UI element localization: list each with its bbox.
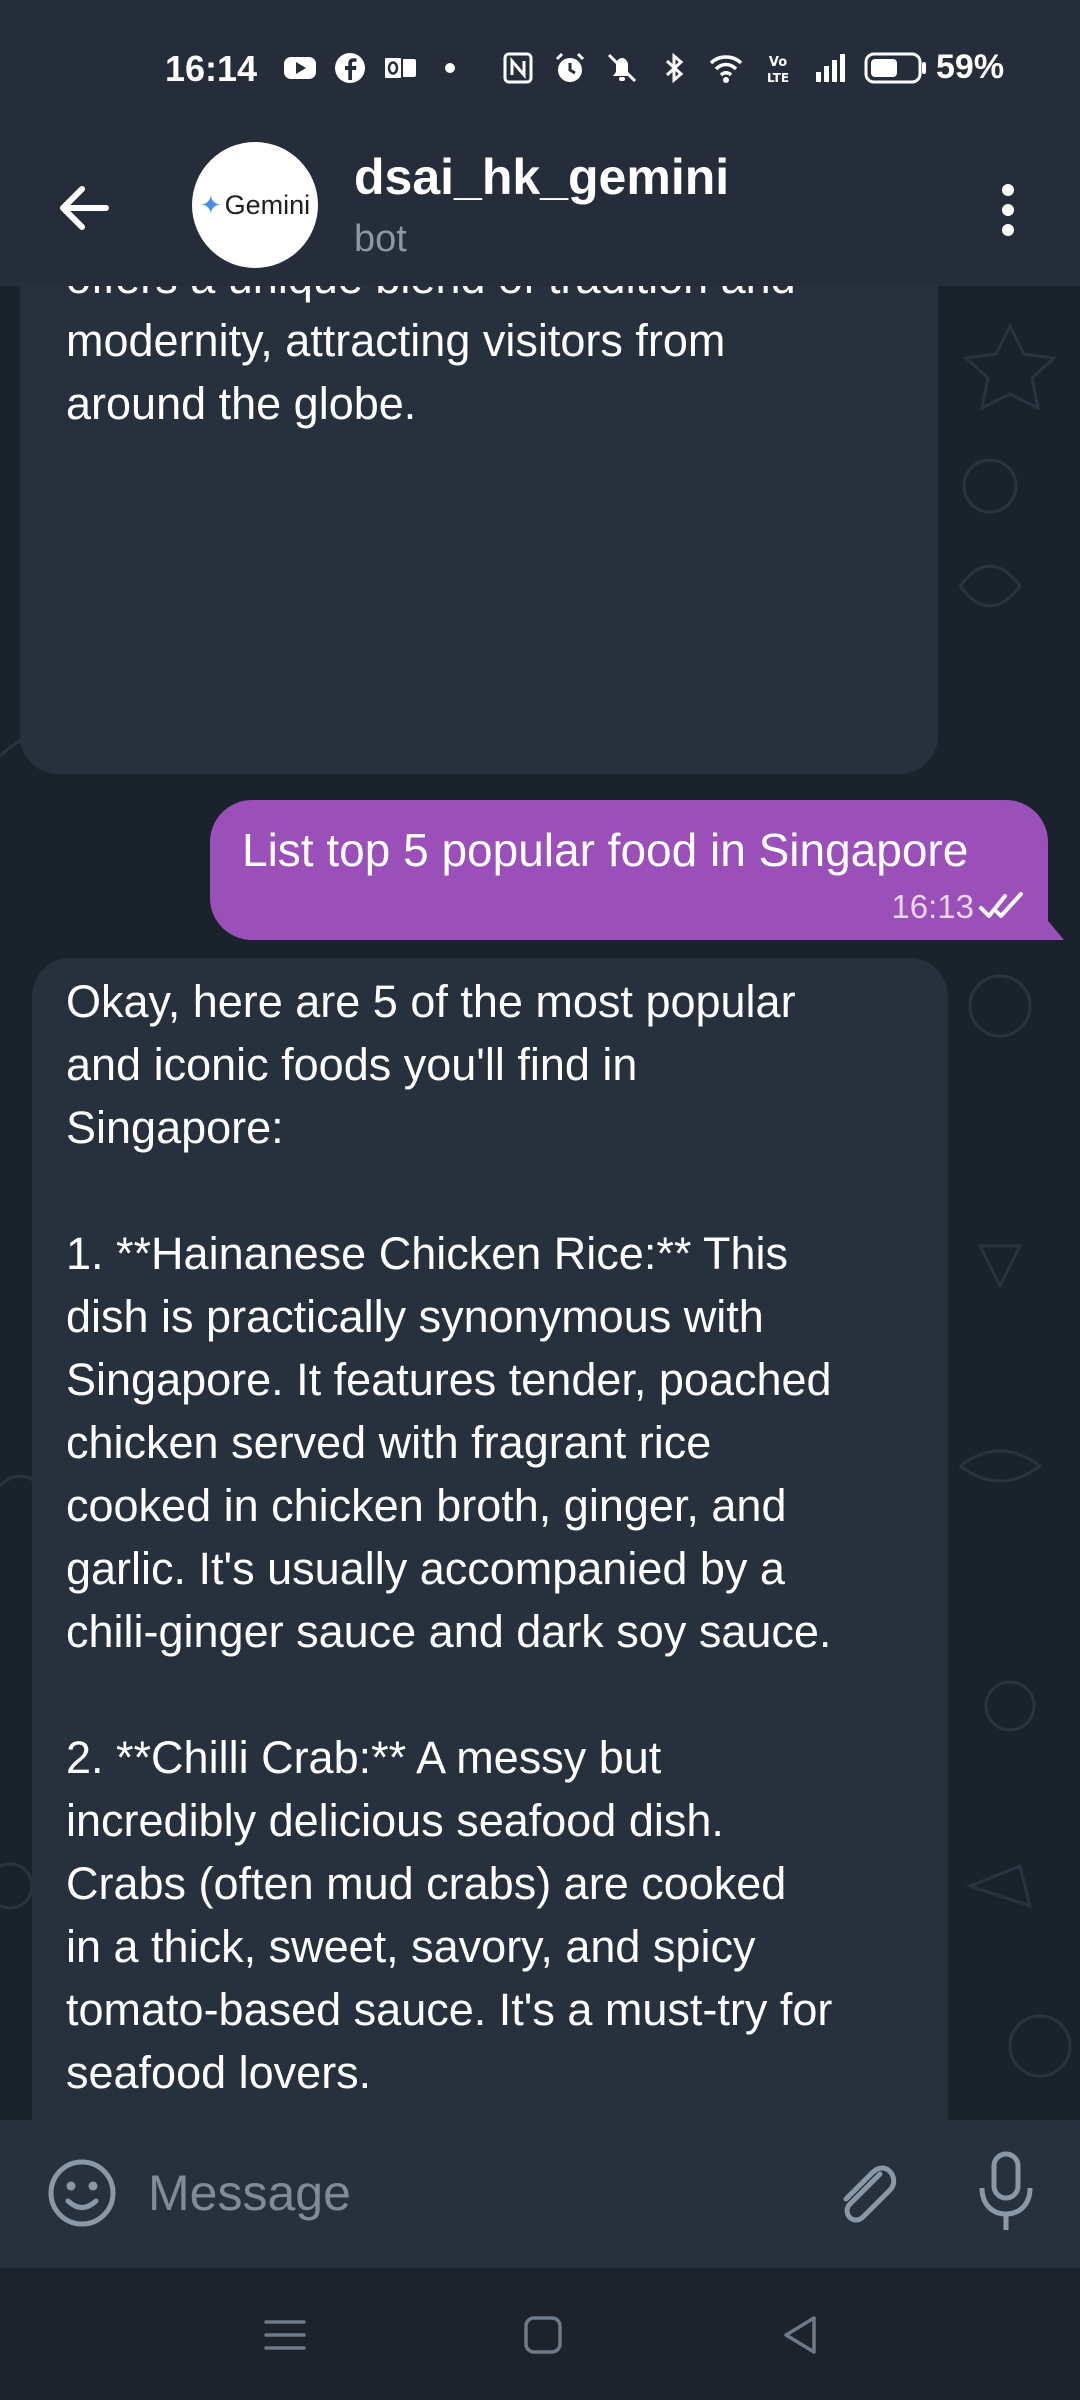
message-line: modernity, attracting visitors from bbox=[66, 315, 726, 366]
dot-icon bbox=[445, 63, 455, 73]
avatar-text: Gemini bbox=[224, 189, 311, 220]
avatar[interactable]: ✦ Gemini bbox=[192, 142, 318, 268]
message-line: 2. **Chilli Crab:** A messy but bbox=[66, 1732, 662, 1783]
message-input[interactable] bbox=[148, 2148, 788, 2238]
message-bubble-outgoing[interactable]: List top 5 popular food in Singapore 16:… bbox=[210, 800, 1064, 940]
message-line: Crabs (often mud crabs) are cooked bbox=[66, 1858, 787, 1909]
microphone-icon bbox=[979, 2151, 1033, 2230]
status-time: 16:14 bbox=[165, 48, 258, 89]
emoji-button[interactable] bbox=[44, 2148, 124, 2238]
message-bubble-incoming[interactable]: Okay, here are 5 of the most popular and … bbox=[32, 958, 948, 2120]
message-line: in a thick, sweet, savory, and spicy bbox=[66, 1921, 756, 1972]
youtube-icon bbox=[284, 57, 316, 79]
arrow-left-icon bbox=[60, 186, 109, 230]
message-line: chili-ginger sauce and dark soy sauce. bbox=[66, 1606, 832, 1657]
alarm-icon bbox=[555, 52, 585, 82]
double-check-icon bbox=[979, 892, 1023, 918]
message-line: around the globe. bbox=[66, 378, 417, 429]
message-text: List top 5 popular food in Singapore bbox=[242, 824, 969, 876]
back-nav-button[interactable] bbox=[774, 2308, 828, 2362]
bubble-tail bbox=[1044, 916, 1064, 940]
notification-icons bbox=[282, 50, 468, 86]
paperclip-icon bbox=[843, 2165, 897, 2223]
message-input-bar bbox=[0, 2120, 1080, 2268]
battery-percent: 59% bbox=[936, 48, 1005, 86]
recent-apps-button[interactable] bbox=[258, 2308, 312, 2362]
chat-header: ✦ Gemini dsai_hk_gemini bot bbox=[0, 130, 1080, 286]
battery-icon bbox=[864, 52, 926, 83]
bluetooth-icon bbox=[665, 52, 684, 83]
message-line: cooked in chicken broth, ginger, and bbox=[66, 1480, 787, 1531]
message-line: 1. **Hainanese Chicken Rice:** This bbox=[66, 1228, 789, 1279]
facebook-icon bbox=[335, 53, 365, 83]
battery: 59% bbox=[864, 48, 1004, 87]
status-bar: 16:14 Vo LTE 59% bbox=[0, 0, 1080, 130]
emoji-icon bbox=[48, 2159, 116, 2227]
home-button[interactable] bbox=[516, 2308, 570, 2362]
svg-text:LTE: LTE bbox=[767, 71, 789, 85]
message-line: dish is practically synonymous with bbox=[66, 1291, 764, 1342]
volte-icon: VoLTE bbox=[767, 55, 789, 85]
message-line: incredibly delicious seafood dish. bbox=[66, 1795, 724, 1846]
chat-subtitle: bot bbox=[354, 218, 407, 260]
gemini-spark-icon: ✦ bbox=[199, 189, 222, 220]
more-options-button[interactable] bbox=[978, 170, 1038, 250]
outlook-icon bbox=[383, 56, 416, 80]
more-vert-icon bbox=[1002, 184, 1014, 236]
message-line: Okay, here are 5 of the most popular bbox=[66, 976, 796, 1027]
wifi-icon bbox=[709, 54, 743, 83]
chat-area[interactable]: offers a unique blend of tradition and m… bbox=[0, 286, 1080, 2120]
message-line: Singapore. It features tender, poached bbox=[66, 1354, 832, 1405]
message-line: offers a unique blend of tradition and bbox=[66, 286, 796, 309]
message-line: and iconic foods you'll find in bbox=[66, 1039, 638, 1090]
system-icons: Vo LTE 59% bbox=[500, 48, 1004, 87]
message-line: chicken served with fragrant rice bbox=[66, 1417, 712, 1468]
message-line: tomato-based sauce. It's a must-try for bbox=[66, 1984, 833, 2035]
message-line: garlic. It's usually accompanied by a bbox=[66, 1543, 785, 1594]
message-time: 16:13 bbox=[891, 888, 974, 925]
attach-button[interactable] bbox=[826, 2148, 906, 2238]
message-line: Singapore: bbox=[66, 1102, 284, 1153]
svg-text:Vo: Vo bbox=[769, 55, 787, 70]
message-line: seafood lovers. bbox=[66, 2047, 372, 2098]
message-bubble-incoming[interactable]: offers a unique blend of tradition and m… bbox=[20, 286, 938, 774]
system-nav-bar bbox=[0, 2268, 1080, 2400]
microphone-button[interactable] bbox=[970, 2144, 1042, 2240]
signal-icon bbox=[816, 53, 845, 82]
chat-title[interactable]: dsai_hk_gemini bbox=[354, 148, 729, 206]
back-button[interactable] bbox=[46, 170, 122, 246]
nfc-icon bbox=[503, 52, 533, 83]
mute-icon bbox=[607, 53, 637, 82]
